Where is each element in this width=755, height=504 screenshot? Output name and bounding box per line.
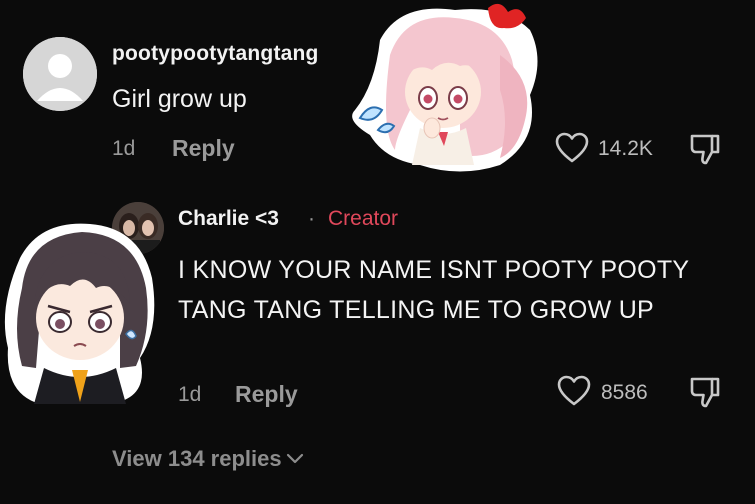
heart-icon	[555, 132, 589, 163]
reply-username[interactable]: Charlie <3	[178, 207, 279, 231]
comment-like-count: 14.2K	[598, 137, 653, 160]
comment-timestamp: 1d	[112, 137, 136, 160]
comment-reply-button[interactable]: Reply	[172, 135, 235, 162]
comment-text: Girl grow up	[112, 85, 247, 113]
reply-reply-button[interactable]: Reply	[235, 381, 298, 408]
dislike-icon	[690, 377, 720, 408]
default-avatar-icon	[23, 37, 97, 111]
anime-sticker-dark	[0, 218, 158, 406]
chevron-down-icon	[286, 453, 303, 464]
reply-timestamp: 1d	[178, 383, 202, 406]
creator-badge: Creator	[328, 207, 399, 230]
reply-dislike-button[interactable]	[688, 375, 722, 409]
reply-like-count: 8586	[601, 381, 648, 404]
separator-dot: ·	[308, 207, 315, 230]
dislike-icon	[690, 134, 720, 165]
reply-like-button[interactable]	[557, 375, 591, 407]
view-replies-label: View 134 replies	[112, 446, 282, 471]
comment-dislike-button[interactable]	[688, 132, 722, 166]
comment-like-button[interactable]	[555, 132, 589, 164]
anime-sticker-pink	[340, 0, 540, 172]
view-replies-button[interactable]: View 134 replies	[112, 446, 304, 472]
heart-icon	[557, 375, 591, 406]
comment-username[interactable]: pootypootytangtang	[112, 42, 319, 66]
default-avatar[interactable]	[23, 37, 97, 111]
reply-text: I KNOW YOUR NAME ISNT POOTY POOTY TANG T…	[178, 256, 689, 324]
